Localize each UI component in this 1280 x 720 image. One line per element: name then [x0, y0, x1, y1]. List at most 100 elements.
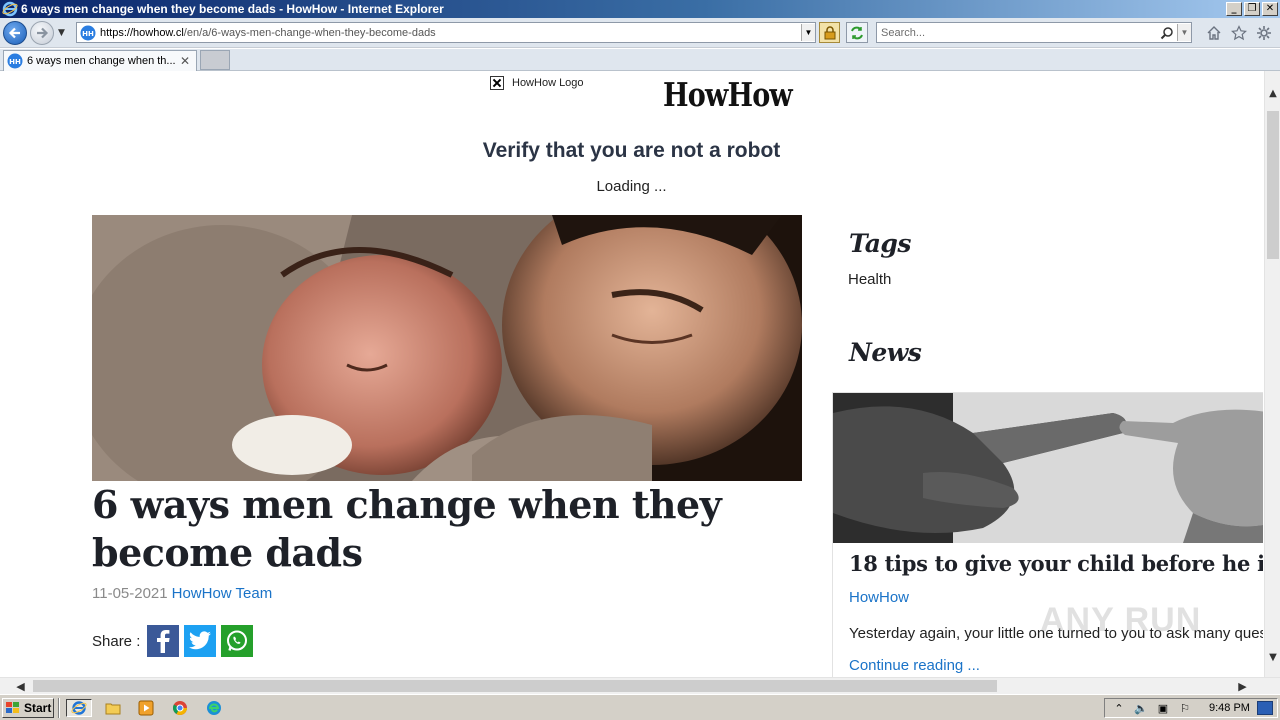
howhow-favicon-icon: HH — [7, 53, 23, 69]
gear-icon — [1257, 26, 1271, 40]
whatsapp-share-button[interactable] — [221, 625, 254, 657]
back-button[interactable] — [3, 21, 27, 45]
taskbar-chrome[interactable] — [170, 699, 190, 717]
scroll-up-icon[interactable]: ▲ — [1265, 85, 1280, 101]
network-icon[interactable]: ▣ — [1155, 700, 1171, 716]
lock-icon — [824, 25, 835, 39]
facebook-icon — [157, 629, 170, 653]
news-heading: News — [849, 338, 922, 367]
close-window-button[interactable]: ✕ — [1262, 2, 1278, 16]
volume-icon[interactable]: 🔈 — [1133, 700, 1149, 716]
url-path: /en/a/6-ways-men-change-when-they-become… — [183, 26, 436, 39]
news-card-image — [833, 393, 1263, 543]
tray-expand-icon[interactable]: ⌃ — [1111, 700, 1127, 716]
scroll-down-icon[interactable]: ▼ — [1265, 649, 1280, 665]
refresh-button[interactable] — [846, 22, 868, 43]
tab-label: 6 ways men change when th... — [27, 55, 176, 67]
home-icon — [1207, 26, 1221, 40]
article-hero-image — [92, 215, 802, 481]
vertical-scrollbar[interactable]: ▲ ▼ — [1264, 71, 1280, 677]
watermark-text: ANY RUN — [1040, 601, 1202, 639]
scroll-left-icon[interactable]: ◀ — [12, 678, 29, 694]
tab-bar: HH 6 ways men change when th... ✕ — [0, 49, 1280, 71]
star-icon — [1231, 25, 1247, 41]
twitter-share-button[interactable] — [184, 625, 217, 657]
address-dropdown-icon[interactable]: ▼ — [801, 24, 815, 41]
article-title: 6 ways men change when they become dads — [92, 482, 722, 575]
anyrun-watermark: ANY RUN — [1040, 601, 1201, 640]
logo-broken-image[interactable]: HowHow Logo — [490, 76, 584, 90]
window-title: 6 ways men change when they become dads … — [21, 2, 444, 16]
windows-flag-icon — [6, 702, 19, 713]
tools-button[interactable] — [1255, 24, 1273, 42]
action-center-flag-icon[interactable]: ⚐ — [1177, 700, 1193, 716]
tab-howhow-article[interactable]: HH 6 ways men change when th... ✕ — [3, 50, 197, 71]
father-baby-photo — [92, 215, 802, 481]
news-title[interactable]: 18 tips to give your child before he is … — [849, 551, 1263, 576]
horizontal-scrollbar[interactable]: ◀ ▶ — [0, 677, 1280, 694]
svg-text:HH: HH — [82, 30, 94, 38]
taskbar-internet-explorer[interactable] — [66, 699, 92, 717]
article-author-link[interactable]: HowHow Team — [172, 585, 273, 602]
start-label: Start — [24, 701, 52, 715]
restore-button[interactable]: ❐ — [1244, 2, 1260, 16]
svg-text:HH: HH — [9, 58, 21, 66]
twitter-icon — [189, 631, 212, 650]
verify-heading: Verify that you are not a robot — [482, 139, 781, 162]
broken-image-icon — [490, 76, 504, 90]
system-tray: ⌃ 🔈 ▣ ⚐ 9:48 PM — [1104, 698, 1278, 718]
facebook-share-button[interactable] — [147, 625, 180, 657]
search-icon[interactable] — [1160, 26, 1174, 40]
new-tab-button[interactable] — [200, 50, 230, 70]
taskbar-separator — [58, 698, 60, 718]
site-brand[interactable]: HowHow — [663, 75, 793, 114]
close-tab-icon[interactable]: ✕ — [178, 54, 192, 68]
scroll-right-icon[interactable]: ▶ — [1234, 678, 1251, 694]
minimize-button[interactable]: _ — [1226, 2, 1242, 16]
taskbar-clock[interactable]: 9:48 PM — [1209, 702, 1250, 714]
search-placeholder: Search... — [881, 26, 926, 39]
taskbar-edge[interactable] — [204, 699, 224, 717]
vertical-scroll-thumb[interactable] — [1267, 111, 1279, 259]
hands-photo — [833, 393, 1263, 543]
page-viewport: HowHow Logo HowHow Verify that you are n… — [0, 71, 1263, 677]
search-dropdown-icon[interactable]: ▼ — [1177, 24, 1191, 41]
search-input[interactable]: Search... ▼ — [876, 22, 1192, 43]
logo-alt-text: HowHow Logo — [512, 77, 584, 89]
tags-heading: Tags — [849, 229, 911, 258]
forward-button[interactable] — [30, 21, 54, 45]
taskbar-media-player[interactable] — [136, 699, 156, 717]
news-author-link[interactable]: HowHow — [849, 589, 909, 606]
tag-health[interactable]: Health — [848, 271, 891, 288]
horizontal-scroll-thumb[interactable] — [33, 680, 997, 692]
howhow-favicon-icon: HH — [80, 25, 96, 40]
security-lock-button[interactable] — [819, 22, 840, 43]
article-date: 11-05-2021 — [92, 585, 168, 602]
internet-explorer-icon — [2, 1, 18, 17]
arrow-left-icon — [8, 27, 20, 39]
media-player-icon — [138, 700, 154, 716]
share-bar: Share : — [92, 625, 254, 657]
show-desktop-icon[interactable] — [1257, 701, 1273, 715]
url-domain: https://howhow.cl — [100, 26, 184, 39]
favorites-button[interactable] — [1230, 24, 1248, 42]
address-bar[interactable]: HH https://howhow.cl/en/a/6-ways-men-cha… — [76, 22, 816, 43]
edge-icon — [207, 701, 221, 715]
continue-reading-link[interactable]: Continue reading ... — [849, 657, 980, 674]
internet-explorer-icon — [71, 701, 87, 715]
history-dropdown-icon[interactable]: ▼ — [58, 28, 65, 38]
windows-taskbar: Start ⌃ 🔈 ▣ ⚐ 9:48 PM — [0, 694, 1280, 720]
whatsapp-icon — [227, 630, 248, 651]
window-titlebar: 6 ways men change when they become dads … — [0, 0, 1280, 18]
share-label: Share : — [92, 632, 141, 650]
start-button[interactable]: Start — [2, 698, 54, 718]
article-meta: 11-05-2021 HowHow Team — [92, 585, 272, 602]
taskbar-explorer[interactable] — [103, 699, 123, 717]
folder-icon — [105, 703, 121, 715]
home-button[interactable] — [1205, 24, 1223, 42]
chrome-icon — [172, 701, 187, 715]
navigation-bar: ▼ HH https://howhow.cl/en/a/6-ways-men-c… — [0, 18, 1280, 48]
loading-text: Loading ... — [596, 178, 667, 195]
refresh-icon — [851, 26, 863, 39]
arrow-right-icon — [37, 27, 49, 39]
